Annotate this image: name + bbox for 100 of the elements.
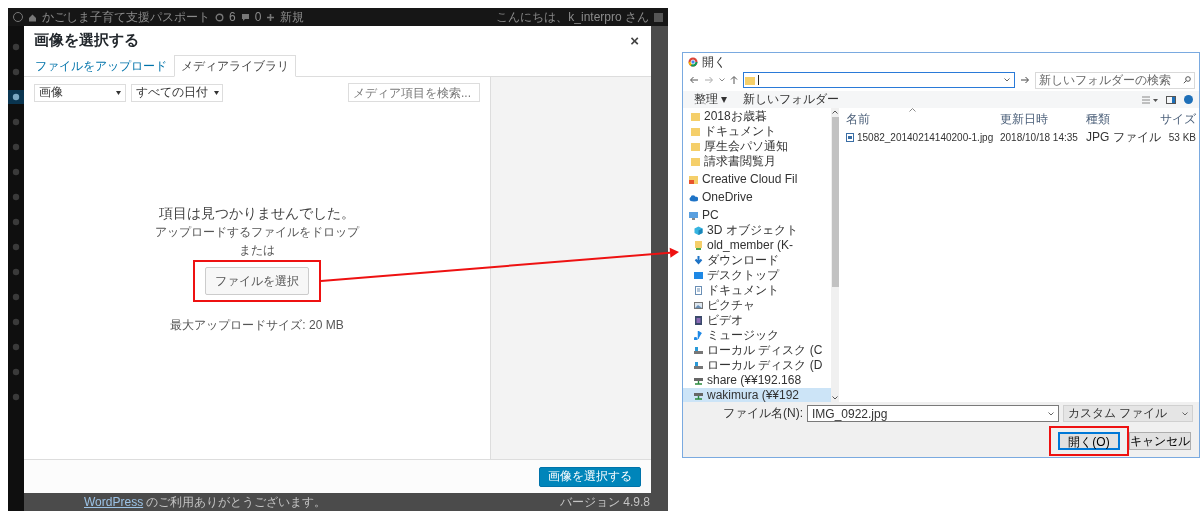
film-icon [694,316,703,325]
nav-item[interactable]: ローカル ディスク (C [683,343,831,358]
column-header[interactable]: 更新日時 [1000,111,1086,128]
menu-icon [12,218,20,226]
toolbar-button[interactable]: 新しいフォルダー [739,92,844,107]
cancel-button[interactable]: キャンセル [1129,432,1191,450]
scroll-down-icon[interactable] [832,396,838,400]
nav-item[interactable]: ミュージック [683,328,831,343]
nav-item[interactable]: 2018お歳暮 [683,109,831,124]
comment-icon[interactable] [240,12,250,22]
select-file-button[interactable]: ファイルを選択 [205,267,309,295]
nav-item[interactable]: 請求書閲覧月 [683,154,831,169]
address-field[interactable] [743,72,1015,88]
preview-pane-icon[interactable] [1166,95,1176,104]
chevron-down-icon [1048,411,1054,416]
tab[interactable]: ファイルをアップロード [28,55,174,77]
search-icon [1183,76,1191,84]
chevron-down-icon[interactable] [1004,78,1010,82]
nav-item[interactable]: Creative Cloud Fil [683,172,831,187]
music-note-icon [694,331,703,340]
search-field[interactable]: メディア項目を検索... [348,83,480,102]
menu-icon [12,118,20,126]
empty-message: 項目は見つかりませんでした。 [159,204,355,222]
open-button[interactable]: 開く(O) [1058,432,1120,450]
table-cell: JPG ファイル [1086,129,1160,146]
updates-count[interactable]: 6 [229,10,236,24]
nav-item[interactable]: OneDrive [683,190,831,205]
column-header[interactable]: 種類 [1086,111,1160,128]
max-upload-size: 最大アップロードサイズ: 20 MB [170,317,344,334]
nav-item[interactable]: ドキュメント [683,124,831,139]
file-name-field[interactable]: IMG_0922.jpg [807,405,1059,422]
wordpress-link[interactable]: WordPress [84,494,144,509]
menu-icon [12,93,20,101]
menu-icon [12,318,20,326]
greeting-link[interactable]: こんにちは、k_interpro さん [496,10,649,24]
scroll-up-icon[interactable] [832,110,838,114]
menu-icon [12,268,20,276]
menu-icon [12,368,20,376]
toolbar-button[interactable]: 整理 ▾ [690,92,732,107]
view-options-icon[interactable] [1142,95,1158,104]
desktop-icon [694,271,703,280]
scrollbar[interactable] [831,108,839,402]
back-arrow-icon[interactable] [689,76,699,84]
download-arrow-icon [694,256,703,265]
nav-item[interactable]: ピクチャ [683,298,831,313]
file-row[interactable]: 15082_20140214140200-1.jpg [844,132,1000,143]
menu-icon [12,43,20,51]
menu-icon [12,293,20,301]
network-drive-icon [694,376,703,385]
modal-title: 画像を選択する [34,30,140,50]
column-header[interactable]: 名前 [844,111,1000,128]
caret-icon [116,90,121,95]
nav-item[interactable]: ダウンロード [683,253,831,268]
site-name-link[interactable]: かごしま子育て支援パスポート [42,10,210,24]
menu-icon [12,168,20,176]
menu-item[interactable] [8,90,24,104]
filter-dropdown[interactable]: 画像 [34,83,126,102]
nav-item[interactable]: old_member (K- [683,238,831,253]
drop-hint: アップロードするファイルをドロップ [155,224,359,240]
close-button[interactable]: × [628,32,641,48]
nav-item[interactable]: 厚生会パソ通知 [683,139,831,154]
cube-icon [694,226,703,235]
menu-icon [12,243,20,251]
version-text: バージョン 4.9.8 [559,493,650,511]
user-folder-icon [694,241,703,250]
nav-item[interactable]: デスクトップ [683,268,831,283]
forward-arrow-icon[interactable] [704,76,714,84]
home-icon[interactable] [28,12,37,22]
footer-text: WordPress のご利用ありがとうございます。 [84,493,327,511]
menu-icon [12,143,20,151]
file-type-dropdown[interactable]: カスタム ファイル [1063,405,1193,422]
nav-item[interactable]: 3D オブジェクト [683,223,831,238]
scrollbar-thumb[interactable] [831,117,839,287]
menu-icon [12,68,20,76]
select-image-button[interactable]: 画像を選択する [539,466,641,487]
go-arrow-icon[interactable] [1020,76,1030,84]
cloud-folder-icon [689,175,698,184]
nav-item[interactable]: PC [683,208,831,223]
nav-item[interactable]: wakimura (¥¥192 [683,388,831,402]
avatar[interactable] [654,12,663,22]
menu-icon [12,193,20,201]
computer-icon [689,211,698,220]
column-header[interactable]: サイズ [1160,111,1196,128]
new-link[interactable]: 新規 [280,10,305,24]
nav-item[interactable]: ドキュメント [683,283,831,298]
chevron-down-icon[interactable] [719,78,725,82]
table-cell-text: 2018/10/18 14:35 [1000,132,1079,143]
drive-icon [694,361,703,370]
caret-icon [214,90,219,95]
nav-item[interactable]: ローカル ディスク (D [683,358,831,373]
nav-item[interactable]: share (¥¥192.168 [683,373,831,388]
tab[interactable]: メディアライブラリ [174,55,296,77]
sort-indicator-icon[interactable] [909,108,916,112]
table-cell-text: 53 KB [1167,132,1196,143]
filter-dropdown[interactable]: すべての日付 [131,83,223,102]
nav-item[interactable]: ビデオ [683,313,831,328]
up-arrow-icon[interactable] [730,75,738,85]
search-field[interactable]: 新しいフォルダーの検索 [1035,71,1195,89]
plus-icon[interactable] [266,12,276,22]
comments-count[interactable]: 0 [254,10,262,24]
